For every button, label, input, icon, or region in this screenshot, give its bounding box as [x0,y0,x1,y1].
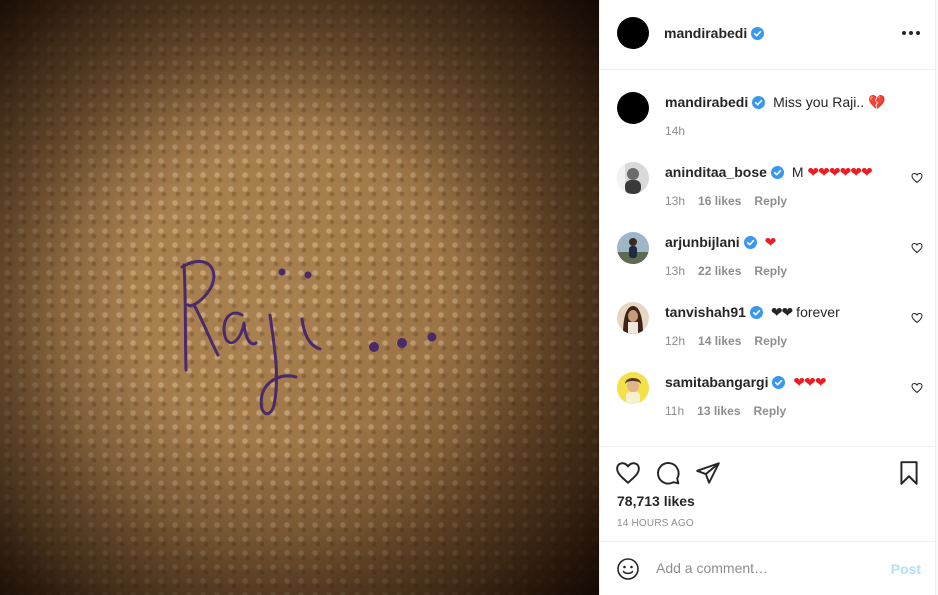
post-header: mandirabedi [600,0,936,70]
red-heart-emoji: ❤ [764,234,777,250]
likes-count[interactable]: 78,713 likes [617,493,695,509]
commenter-avatar[interactable] [617,372,649,404]
like-comment-heart-icon[interactable] [911,382,923,394]
reply-button[interactable]: Reply [754,264,787,278]
caption-author-avatar[interactable] [617,92,649,124]
more-horizontal-icon [902,31,906,35]
share-paper-plane-icon[interactable] [695,460,721,486]
comment-timestamp[interactable]: 11h [665,404,684,418]
comment-bubble-icon[interactable] [655,460,681,486]
verified-badge-icon [772,376,786,389]
author-username[interactable]: mandirabedi [664,25,765,41]
red-hearts-emoji: ❤❤❤ [793,374,826,390]
verified-badge-icon [770,166,784,179]
more-options-button[interactable] [900,24,922,42]
comment-timestamp[interactable]: 13h [665,264,685,278]
post-timestamp[interactable]: 14 HOURS AGO [617,518,694,529]
post-actions: 78,713 likes 14 HOURS AGO [600,446,936,541]
commenter-avatar[interactable] [617,162,649,194]
comment-item: samitabangargi ❤❤❤ 11h 13 likes Reply [617,372,927,427]
comment-text: forever [792,304,840,320]
post-comment-button[interactable]: Post [891,561,921,577]
broken-heart-emoji: 💔 [868,94,886,110]
comment-text: M [791,164,808,180]
verified-badge-icon [751,27,765,40]
black-hearts-emoji: ❤❤ [770,304,793,320]
comment-username[interactable]: tanvishah91 [665,304,746,320]
comment-item: aninditaa_bose M ❤❤❤❤❤❤ 13h 16 likes Reply [617,162,927,217]
reply-button[interactable]: Reply [754,334,787,348]
verified-badge-icon [749,306,763,319]
reply-button[interactable]: Reply [754,194,787,208]
emoji-smiley-icon[interactable] [616,557,640,581]
add-comment-input[interactable] [656,556,876,580]
like-heart-icon[interactable] [615,460,641,486]
commenter-avatar[interactable] [617,302,649,334]
like-comment-heart-icon[interactable] [911,312,923,324]
comment-timestamp[interactable]: 13h [665,194,685,208]
comment-likes[interactable]: 13 likes [697,404,740,418]
verified-badge-icon [743,236,757,249]
like-comment-heart-icon[interactable] [911,172,923,184]
reply-button[interactable]: Reply [754,404,787,418]
handwritten-raji-image [180,259,437,416]
instagram-post-modal: mandirabedi mandirabedi Miss you Raji.. … [0,0,938,595]
verified-badge-icon [752,96,766,109]
comment-item: tanvishah91 ❤❤ forever 12h 14 likes Reply [617,302,927,357]
save-bookmark-icon[interactable] [896,460,922,486]
like-comment-heart-icon[interactable] [911,242,923,254]
comment-username[interactable]: arjunbijlani [665,234,740,250]
commenter-avatar[interactable] [617,232,649,264]
comment-item: arjunbijlani ❤ 13h 22 likes Reply [617,232,927,287]
post-photo[interactable] [0,0,599,595]
caption-text: Miss you Raji.. [773,94,869,110]
comment-likes[interactable]: 22 likes [698,264,741,278]
comment-username[interactable]: aninditaa_bose [665,164,767,180]
comment-likes[interactable]: 16 likes [698,194,741,208]
post-side-panel: mandirabedi mandirabedi Miss you Raji.. … [599,0,936,595]
caption-timestamp[interactable]: 14h [665,124,685,138]
red-hearts-emoji: ❤❤❤❤❤❤ [807,164,872,180]
comment-timestamp[interactable]: 12h [665,334,685,348]
author-avatar[interactable] [617,17,649,49]
caption-username[interactable]: mandirabedi [665,94,748,110]
comment-likes[interactable]: 14 likes [698,334,741,348]
comment-username[interactable]: samitabangargi [665,374,768,390]
comment-composer: Post [600,541,936,595]
